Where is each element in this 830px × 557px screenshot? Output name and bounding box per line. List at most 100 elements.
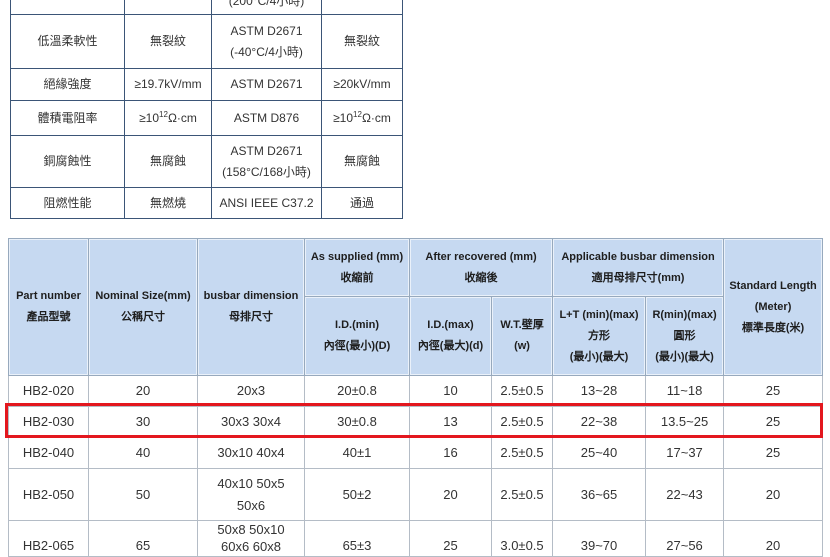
prop-name-cell: 體積電阻率 — [10, 100, 125, 136]
cell-round: 13.5~25 — [645, 406, 725, 438]
cell-part-number: HB2-040 — [8, 437, 89, 469]
cell-busbar-dimension: 50x8 50x10 60x6 60x8 — [197, 520, 305, 557]
cell-id-max: 13 — [409, 406, 492, 438]
cell-round: 11~18 — [645, 375, 725, 407]
prop-result-cell: 通過 — [321, 187, 403, 219]
cell-id-min: 65±3 — [304, 520, 410, 557]
cell-id-max: 25 — [409, 520, 492, 557]
header-line: 適用母排尺寸(mm) — [591, 271, 685, 284]
prop-method-line: (-40°C/4小時) — [230, 44, 303, 59]
prop-method-cell: ASTM D2671 — [211, 68, 322, 101]
prop-method-line: (158°C/168小時) — [222, 164, 311, 179]
properties-row: 絕緣強度 ≥19.7kV/mm ASTM D2671 ≥20kV/mm — [10, 68, 403, 101]
header-busbar-dimension: busbar dimension 母排尺寸 — [197, 238, 305, 376]
busbar-line: 30x3 30x4 — [221, 414, 281, 429]
value-unit: Ω·cm — [361, 110, 391, 125]
prop-name-cell: 低溫柔軟性 — [10, 14, 125, 69]
prop-method-cell: ASTM D876 — [211, 100, 322, 136]
value-base: ≥10 — [333, 110, 354, 125]
header-line: R(min)(max) — [652, 308, 717, 321]
busbar-line: 50x6 — [236, 497, 266, 513]
cell-part-number: HB2-030 — [8, 406, 89, 438]
header-line: (最小)(最大) — [569, 350, 629, 363]
header-line: (w) — [514, 340, 530, 352]
header-line: 收縮後 — [464, 271, 498, 284]
spec-table: Part number 產品型號 Nominal Size(mm) 公稱尺寸 b… — [8, 238, 824, 557]
cell-standard-length: 25 — [723, 406, 824, 438]
header-line: 方形 — [588, 329, 611, 342]
header-id-min: I.D.(min) 內徑(最小)(D) — [304, 296, 410, 376]
value-unit: Ω·cm — [167, 110, 197, 125]
properties-row: 低溫柔軟性 無裂紋 ASTM D2671 (-40°C/4小時) 無裂紋 — [10, 14, 403, 69]
properties-row-partial: (200°C/4小時) — [10, 0, 403, 15]
value-exponent: 12 — [353, 109, 362, 119]
header-line: 產品型號 — [26, 311, 71, 323]
header-after-recovered: After recovered (mm) 收縮後 — [408, 238, 554, 297]
header-applicable-busbar: Applicable busbar dimension 適用母排尺寸(mm) — [552, 238, 725, 297]
cell-wall-thickness: 2.5±0.5 — [490, 375, 554, 407]
prop-method-cell: ASTM D2671 (-40°C/4小時) — [211, 14, 322, 69]
cell-wall-thickness: 3.0±0.5 — [490, 520, 554, 557]
header-line: Standard Length — [729, 279, 817, 292]
page: (200°C/4小時) 低溫柔軟性 無裂紋 ASTM D2671 (-40°C/… — [0, 0, 830, 557]
table-row: HB2-030 30 30x3 30x4 30±0.8 13 2.5±0.5 2… — [8, 406, 824, 438]
header-id-max: I.D.(max) 內徑(最大)(d) — [409, 296, 492, 376]
prop-result-cell: ≥20kV/mm — [321, 68, 403, 101]
table-row: HB2-050 50 40x10 50x5 50x6 50±2 20 2.5±0… — [8, 468, 824, 521]
cell-busbar-dimension: 40x10 50x5 50x6 — [197, 468, 305, 521]
header-row: Part number 產品型號 Nominal Size(mm) 公稱尺寸 b… — [8, 238, 824, 376]
prop-method-line: ANSI IEEE C37.2 — [219, 195, 314, 210]
header-line: Part number — [16, 290, 81, 302]
header-line: 公稱尺寸 — [121, 311, 165, 323]
properties-row: 阻燃性能 無燃燒 ANSI IEEE C37.2 通過 — [10, 187, 403, 219]
cell-id-max: 16 — [409, 437, 492, 469]
table-row: HB2-020 20 20x3 20±0.8 10 2.5±0.5 13~28 … — [8, 375, 824, 407]
prop-standard-cell: ≥1012Ω·cm — [124, 100, 212, 136]
busbar-line: 50x8 50x10 — [217, 522, 285, 537]
cell-id-max: 20 — [409, 468, 492, 521]
header-line: (最小)(最大) — [655, 350, 714, 363]
cell-busbar-dimension: 30x10 40x4 — [197, 437, 305, 469]
cell-standard-length: 20 — [723, 520, 824, 557]
header-standard-length: Standard Length (Meter) 標準長度(米) — [723, 238, 824, 376]
prop-method-line: ASTM D2671 — [230, 77, 303, 91]
cell-nominal-size: 30 — [88, 406, 198, 438]
header-line: 標準長度(米) — [741, 321, 805, 334]
prop-standard-cell: ≥19.7kV/mm — [124, 68, 212, 101]
table-row: HB2-040 40 30x10 40x4 40±1 16 2.5±0.5 25… — [8, 437, 824, 469]
prop-method-line: ASTM D2671 — [230, 143, 303, 158]
value-base: ≥10 — [139, 110, 160, 125]
cell-nominal-size: 20 — [88, 375, 198, 407]
header-line: Nominal Size(mm) — [95, 290, 191, 302]
cell-square: 36~65 — [552, 468, 647, 521]
header-line: After recovered (mm) — [425, 250, 537, 263]
prop-standard-cell: 無燃燒 — [124, 187, 212, 219]
prop-method-cell: (200°C/4小時) — [211, 0, 322, 15]
cell-nominal-size: 40 — [88, 437, 198, 469]
cell-standard-length: 20 — [723, 468, 824, 521]
cell-busbar-dimension: 20x3 — [197, 375, 305, 407]
cell-square: 25~40 — [552, 437, 647, 469]
header-line: 內徑(最小)(D) — [323, 340, 391, 352]
prop-result-cell: ≥1012Ω·cm — [321, 100, 403, 136]
prop-name-cell: 阻燃性能 — [10, 187, 125, 219]
cell-wall-thickness: 2.5±0.5 — [490, 406, 554, 438]
prop-method-line: ASTM D2671 — [230, 23, 303, 38]
header-line: busbar dimension — [203, 290, 299, 302]
cell-square: 13~28 — [552, 375, 647, 407]
cell-round: 22~43 — [645, 468, 725, 521]
cell-id-min: 30±0.8 — [304, 406, 410, 438]
header-line: L+T (min)(max) — [559, 308, 639, 321]
header-line: I.D.(min) — [335, 319, 379, 331]
properties-table: (200°C/4小時) 低溫柔軟性 無裂紋 ASTM D2671 (-40°C/… — [10, 0, 403, 219]
header-line: 收縮前 — [340, 271, 374, 284]
header-square: L+T (min)(max) 方形 (最小)(最大) — [552, 296, 647, 376]
cell-standard-length: 25 — [723, 437, 824, 469]
prop-result-cell: 無腐蝕 — [321, 135, 403, 188]
prop-name-cell — [10, 0, 125, 15]
prop-standard-cell: 無腐蝕 — [124, 135, 212, 188]
prop-name-cell: 銅腐蝕性 — [10, 135, 125, 188]
cell-standard-length: 25 — [723, 375, 824, 407]
header-line: I.D.(max) — [427, 319, 474, 331]
header-as-supplied: As supplied (mm) 收縮前 — [304, 238, 410, 297]
